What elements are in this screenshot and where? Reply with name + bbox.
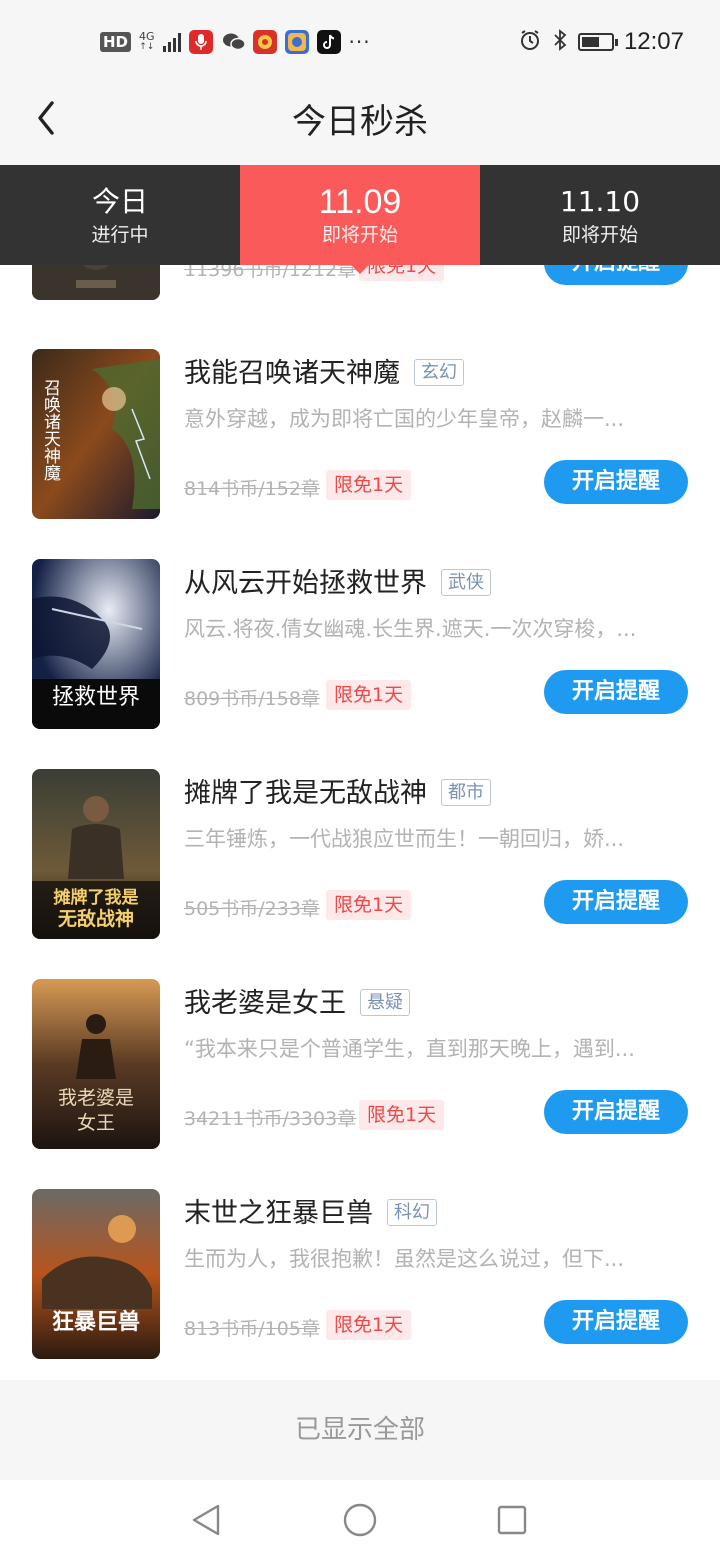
hd-indicator: HD xyxy=(100,32,132,52)
book-title: 末世之狂暴巨兽 xyxy=(184,1198,373,1229)
book-description: 生而为人，我很抱歉！虽然是这么说过，但下... xyxy=(184,1247,625,1271)
triangle-back-icon xyxy=(192,1504,220,1536)
nav-home-button[interactable] xyxy=(340,1500,380,1540)
free-badge: 限免1天 xyxy=(326,680,412,710)
free-badge: 限免1天 xyxy=(326,470,412,500)
svg-text:女王: 女王 xyxy=(77,1112,115,1134)
cover-title-text: 狂暴巨兽 xyxy=(52,1309,140,1335)
tab-11-09[interactable]: 11.09 即将开始 xyxy=(240,165,480,274)
tab-today[interactable]: 今日 进行中 xyxy=(0,165,240,265)
free-badge: 限免1天 xyxy=(326,1310,412,1340)
book-description: 三年锤炼，一代战狼应世而生！一朝回归，娇... xyxy=(184,827,625,851)
remind-button[interactable]: 开启提醒 xyxy=(544,880,688,924)
status-bar: HD 4G ↑↓ ··· 12:07 xyxy=(0,0,720,84)
list-item[interactable]: 我老婆是 女王 我老婆是女王 悬疑 “我本来只是个普通学生，直到那天晚上，遇到..… xyxy=(0,959,720,1169)
system-nav-bar xyxy=(0,1480,720,1560)
tab-status: 即将开始 xyxy=(321,224,398,246)
network-type: 4G ↑↓ xyxy=(139,31,155,53)
book-cover[interactable]: 狂暴巨兽 xyxy=(32,1189,160,1359)
cover-title-text: 召唤诸天神魔 xyxy=(40,379,61,481)
free-badge: 限免1天 xyxy=(359,1100,445,1130)
clock: 12:07 xyxy=(623,28,684,55)
tab-label: 11.09 xyxy=(318,183,402,221)
seckill-page: HD 4G ↑↓ ··· 12:07 今日秒杀 今日 进行中 11.09 即将开… xyxy=(0,0,720,1560)
book-title-row[interactable]: 末世之狂暴巨兽 科幻 xyxy=(184,1191,437,1230)
page-title: 今日秒杀 xyxy=(292,102,428,142)
data-arrows-icon: ↑↓ xyxy=(139,42,155,52)
more-notifications-icon: ··· xyxy=(348,30,371,54)
tab-11-10[interactable]: 11.10 即将开始 xyxy=(480,165,720,265)
all-shown-footer: 已显示全部 xyxy=(0,1380,720,1480)
book-title-row[interactable]: 摊牌了我是无敌战神 都市 xyxy=(184,771,491,810)
tab-status: 进行中 xyxy=(91,224,149,246)
book-description: 风云.将夜.倩女幽魂.长生界.遮天.一次次穿梭，... xyxy=(184,617,637,641)
nav-recents-button[interactable] xyxy=(492,1500,532,1540)
genre-tag[interactable]: 都市 xyxy=(441,779,491,806)
status-right-icons: 12:07 xyxy=(518,26,684,58)
square-recents-icon xyxy=(497,1505,527,1535)
list-item[interactable]: 摊牌了我是 无敌战神 摊牌了我是无敌战神 都市 三年锤炼，一代战狼应世而生！一朝回… xyxy=(0,749,720,959)
original-price: 11396书币/1212章 xyxy=(184,265,357,281)
book-title: 我老婆是女王 xyxy=(184,988,346,1019)
book-title: 我能召唤诸天神魔 xyxy=(184,358,400,389)
tab-status: 即将开始 xyxy=(561,224,638,246)
book-title-row[interactable]: 从风云开始拯救世界 武侠 xyxy=(184,561,491,600)
book-title: 从风云开始拯救世界 xyxy=(184,568,427,599)
book-title: 摊牌了我是无敌战神 xyxy=(184,778,427,809)
tiktok-icon xyxy=(316,30,341,54)
book-list[interactable]: 11396书币/1212章 限免1天 开启提醒 召唤诸天神魔 我能召唤诸天神魔玄… xyxy=(0,265,720,1380)
status-left-icons: HD 4G ↑↓ ··· xyxy=(100,26,371,58)
list-item[interactable]: 狂暴巨兽 末世之狂暴巨兽 科幻 生而为人，我很抱歉！虽然是这么说过，但下... 8… xyxy=(0,1169,720,1379)
original-price: 809书币/158章 xyxy=(184,688,320,710)
battery-level xyxy=(581,37,599,47)
remind-button[interactable]: 开启提醒 xyxy=(544,265,688,285)
circle-home-icon xyxy=(343,1503,377,1537)
book-description: “我本来只是个普通学生，直到那天晚上，遇到... xyxy=(184,1037,635,1061)
game-app-icon xyxy=(284,30,309,54)
cover-title-text: 拯救世界 xyxy=(52,685,140,710)
tab-label: 11.10 xyxy=(559,185,641,218)
book-cover[interactable]: 召唤诸天神魔 xyxy=(32,349,160,519)
free-badge: 限免1天 xyxy=(326,890,412,920)
book-title-row[interactable]: 我能召唤诸天神魔 玄幻 xyxy=(184,351,464,390)
wechat-icon xyxy=(221,30,246,54)
book-description: 意外穿越，成为即将亡国的少年皇帝，赵麟一... xyxy=(184,407,625,431)
cover-title-text: 我老婆是 xyxy=(58,1087,134,1109)
top-app-bar: 今日秒杀 xyxy=(0,84,720,165)
original-price: 814书币/152章 xyxy=(184,478,320,500)
list-item[interactable]: 召唤诸天神魔 我能召唤诸天神魔 玄幻 意外穿越，成为即将亡国的少年皇帝，赵麟一..… xyxy=(0,329,720,539)
genre-tag[interactable]: 科幻 xyxy=(387,1199,437,1226)
original-price: 34211书币/3303章 xyxy=(184,1108,357,1130)
mic-app-icon xyxy=(188,30,213,54)
remind-button[interactable]: 开启提醒 xyxy=(544,460,688,504)
genre-tag[interactable]: 玄幻 xyxy=(414,359,464,386)
tab-label: 今日 xyxy=(91,185,148,218)
original-price: 505书币/233章 xyxy=(184,898,320,920)
cover-title-text: 摊牌了我是 xyxy=(54,887,139,908)
svg-text:无敌战神: 无敌战神 xyxy=(58,907,134,930)
original-price: 813书币/105章 xyxy=(184,1318,320,1340)
nav-back-button[interactable] xyxy=(186,1500,226,1540)
book-cover[interactable]: 摊牌了我是 无敌战神 xyxy=(32,769,160,939)
battery-icon xyxy=(577,33,618,51)
list-item[interactable]: 拯救世界 从风云开始拯救世界 武侠 风云.将夜.倩女幽魂.长生界.遮天.一次次穿梭… xyxy=(0,539,720,749)
remind-button[interactable]: 开启提醒 xyxy=(544,670,688,714)
book-cover[interactable] xyxy=(32,265,160,300)
active-tab-caret xyxy=(351,265,369,274)
book-cover[interactable]: 拯救世界 xyxy=(32,559,160,729)
genre-tag[interactable]: 武侠 xyxy=(441,569,491,596)
date-tab-bar: 今日 进行中 11.09 即将开始 11.10 即将开始 xyxy=(0,165,720,274)
shopping-app-icon xyxy=(252,30,277,54)
bluetooth-icon xyxy=(552,28,568,56)
remind-button[interactable]: 开启提醒 xyxy=(544,1090,688,1134)
genre-tag[interactable]: 悬疑 xyxy=(360,989,410,1016)
book-title-row[interactable]: 我老婆是女王 悬疑 xyxy=(184,981,410,1020)
book-cover[interactable]: 我老婆是 女王 xyxy=(32,979,160,1149)
remind-button[interactable]: 开启提醒 xyxy=(544,1300,688,1344)
free-badge: 限免1天 xyxy=(359,265,445,281)
alarm-icon xyxy=(518,28,542,56)
signal-icon xyxy=(162,32,181,52)
network-label: 4G xyxy=(139,30,155,43)
